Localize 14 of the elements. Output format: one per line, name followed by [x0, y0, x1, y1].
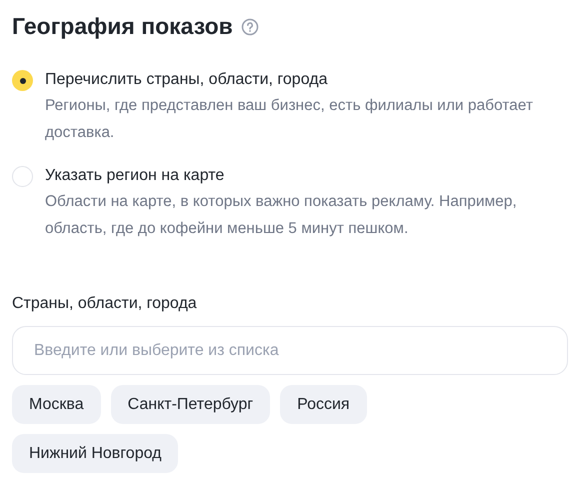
help-icon[interactable]	[240, 18, 259, 36]
radio-button[interactable]	[12, 70, 33, 91]
section-title: География показов	[12, 12, 233, 41]
option-description: Регионы, где представлен ваш бизнес, есть филиалы или работает доставка.	[45, 96, 534, 143]
option-description: Области на карте, в которых важно показать рекламу. Например, область, где до кофейни меньше 5 минут пешком.	[45, 192, 518, 239]
option-label[interactable]: Указать регион на карте	[45, 164, 560, 188]
region-chip[interactable]: Санкт-Петербург	[110, 385, 270, 424]
field-label: Страны, области, города	[12, 294, 198, 314]
option-label[interactable]: Перечислить страны, области, города	[45, 68, 560, 92]
region-chip[interactable]: Россия	[280, 385, 367, 424]
input-field[interactable]: Введите или выберите из списка	[12, 326, 568, 375]
radio-button[interactable]	[12, 166, 33, 187]
region-chip[interactable]: Москва	[12, 385, 101, 424]
region-chip[interactable]: Нижний Новгород	[12, 434, 178, 473]
